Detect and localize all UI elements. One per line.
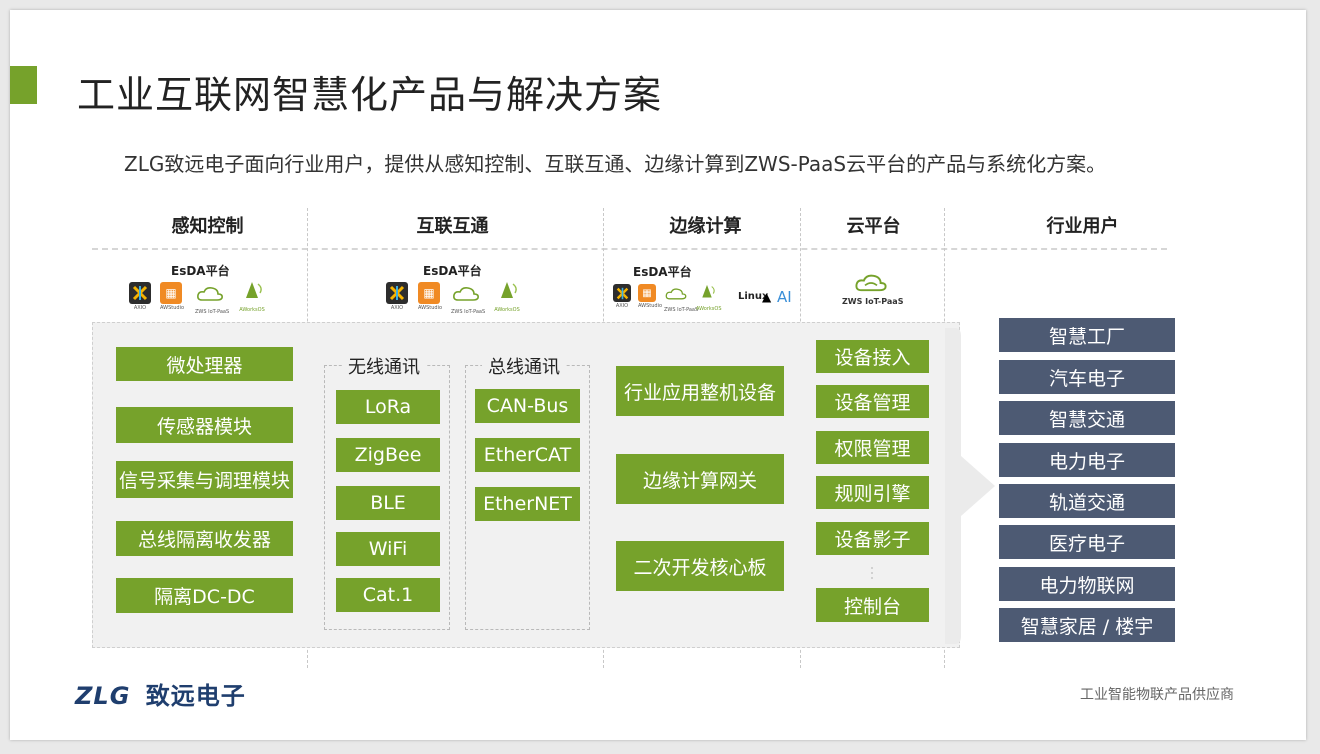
sensing-item[interactable]: 隔离DC-DC (116, 578, 293, 613)
wireless-item[interactable]: Cat.1 (336, 578, 440, 612)
awstudio-logo-icon: ▦ AWStudio (160, 282, 184, 311)
wireless-item[interactable]: WiFi (336, 532, 440, 566)
aworks-os-logo-icon: AWorksOS (696, 283, 722, 312)
esda-platform-label: EsDA平台 (633, 265, 692, 279)
edge-item[interactable]: 边缘计算网关 (616, 454, 784, 504)
esda-platform-label: EsDA平台 (171, 264, 230, 278)
tux-icon: ▲ (762, 290, 772, 304)
cloud-item[interactable]: 设备接入 (816, 340, 929, 373)
zws-cloud-logo-icon: ZWS IoT-PaaS (664, 286, 698, 313)
zlg-logo-latin: ZLG (75, 682, 131, 710)
column-header-connectivity: 互联互通 (416, 216, 489, 237)
industry-item[interactable]: 电力物联网 (999, 567, 1175, 601)
industry-item[interactable]: 电力电子 (999, 443, 1175, 477)
industry-item[interactable]: 汽车电子 (999, 360, 1175, 394)
page-subtitle: ZLG致远电子面向行业用户，提供从感知控制、互联互通、边缘计算到ZWS-PaaS… (124, 152, 1107, 176)
footer-tagline: 工业智能物联产品供应商 (1080, 687, 1234, 703)
awstudio-logo-icon: ▦ AWStudio (418, 282, 442, 311)
wireless-group-label: 无线通讯 (342, 353, 426, 379)
edge-item[interactable]: 行业应用整机设备 (616, 366, 784, 416)
edge-item[interactable]: 二次开发核心板 (616, 541, 784, 591)
aworks-os-logo-icon: AWorksOS (493, 280, 521, 313)
ellipsis-dots (870, 565, 874, 579)
sensing-item[interactable]: 总线隔离收发器 (116, 521, 293, 556)
bus-item[interactable]: CAN-Bus (475, 389, 580, 423)
industry-item[interactable]: 智慧交通 (999, 401, 1175, 435)
cloud-item[interactable]: 权限管理 (816, 431, 929, 464)
wireless-item[interactable]: BLE (336, 486, 440, 520)
sensing-item[interactable]: 信号采集与调理模块 (116, 461, 293, 498)
column-header-industry: 行业用户 (1046, 216, 1119, 237)
sensing-item[interactable]: 微处理器 (116, 347, 293, 381)
zlg-logo: ZLG 致远电子 (75, 676, 246, 711)
zws-cloud-logo-icon: ZWS IoT-PaaS (451, 284, 485, 315)
cloud-item[interactable]: 设备管理 (816, 385, 929, 418)
wireless-item[interactable]: LoRa (336, 390, 440, 424)
header-divider (92, 248, 1167, 250)
industry-item[interactable]: 智慧工厂 (999, 318, 1175, 352)
column-header-edge: 边缘计算 (669, 216, 742, 237)
awstudio-logo-icon: ▦ AWStudio (638, 284, 662, 309)
esda-platform-label: EsDA平台 (423, 264, 482, 278)
bus-group-label: 总线通讯 (482, 353, 566, 379)
title-accent-bar (10, 66, 37, 104)
page-title: 工业互联网智慧化产品与解决方案 (77, 73, 663, 117)
chevron-right-icon (945, 328, 995, 644)
axio-logo-icon: AXIO (129, 282, 151, 311)
column-header-cloud: 云平台 (846, 216, 901, 237)
zlg-logo-cn: 致远电子 (145, 682, 246, 710)
industry-item[interactable]: 智慧家居 / 楼宇 (999, 608, 1175, 642)
zws-platform-label: ZWS IoT-PaaS (842, 297, 904, 306)
bus-item[interactable]: EtherCAT (475, 438, 580, 472)
zws-cloud-logo-icon (853, 270, 889, 300)
bus-item[interactable]: EtherNET (475, 487, 580, 521)
cloud-item[interactable]: 设备影子 (816, 522, 929, 555)
wireless-item[interactable]: ZigBee (336, 438, 440, 472)
column-header-sensing: 感知控制 (171, 216, 244, 237)
zws-cloud-logo-icon: ZWS IoT-PaaS (195, 284, 229, 315)
ai-logo-icon: AI (777, 288, 792, 306)
axio-logo-icon: AXIO (386, 282, 408, 311)
aworks-os-logo-icon: AWorksOS (238, 280, 266, 313)
industry-item[interactable]: 轨道交通 (999, 484, 1175, 518)
axio-logo-icon: AXIO (613, 284, 631, 309)
cloud-item[interactable]: 控制台 (816, 588, 929, 622)
industry-item[interactable]: 医疗电子 (999, 525, 1175, 559)
cloud-item[interactable]: 规则引擎 (816, 476, 929, 509)
slide: 工业互联网智慧化产品与解决方案 ZLG致远电子面向行业用户，提供从感知控制、互联… (10, 10, 1306, 740)
sensing-item[interactable]: 传感器模块 (116, 407, 293, 443)
